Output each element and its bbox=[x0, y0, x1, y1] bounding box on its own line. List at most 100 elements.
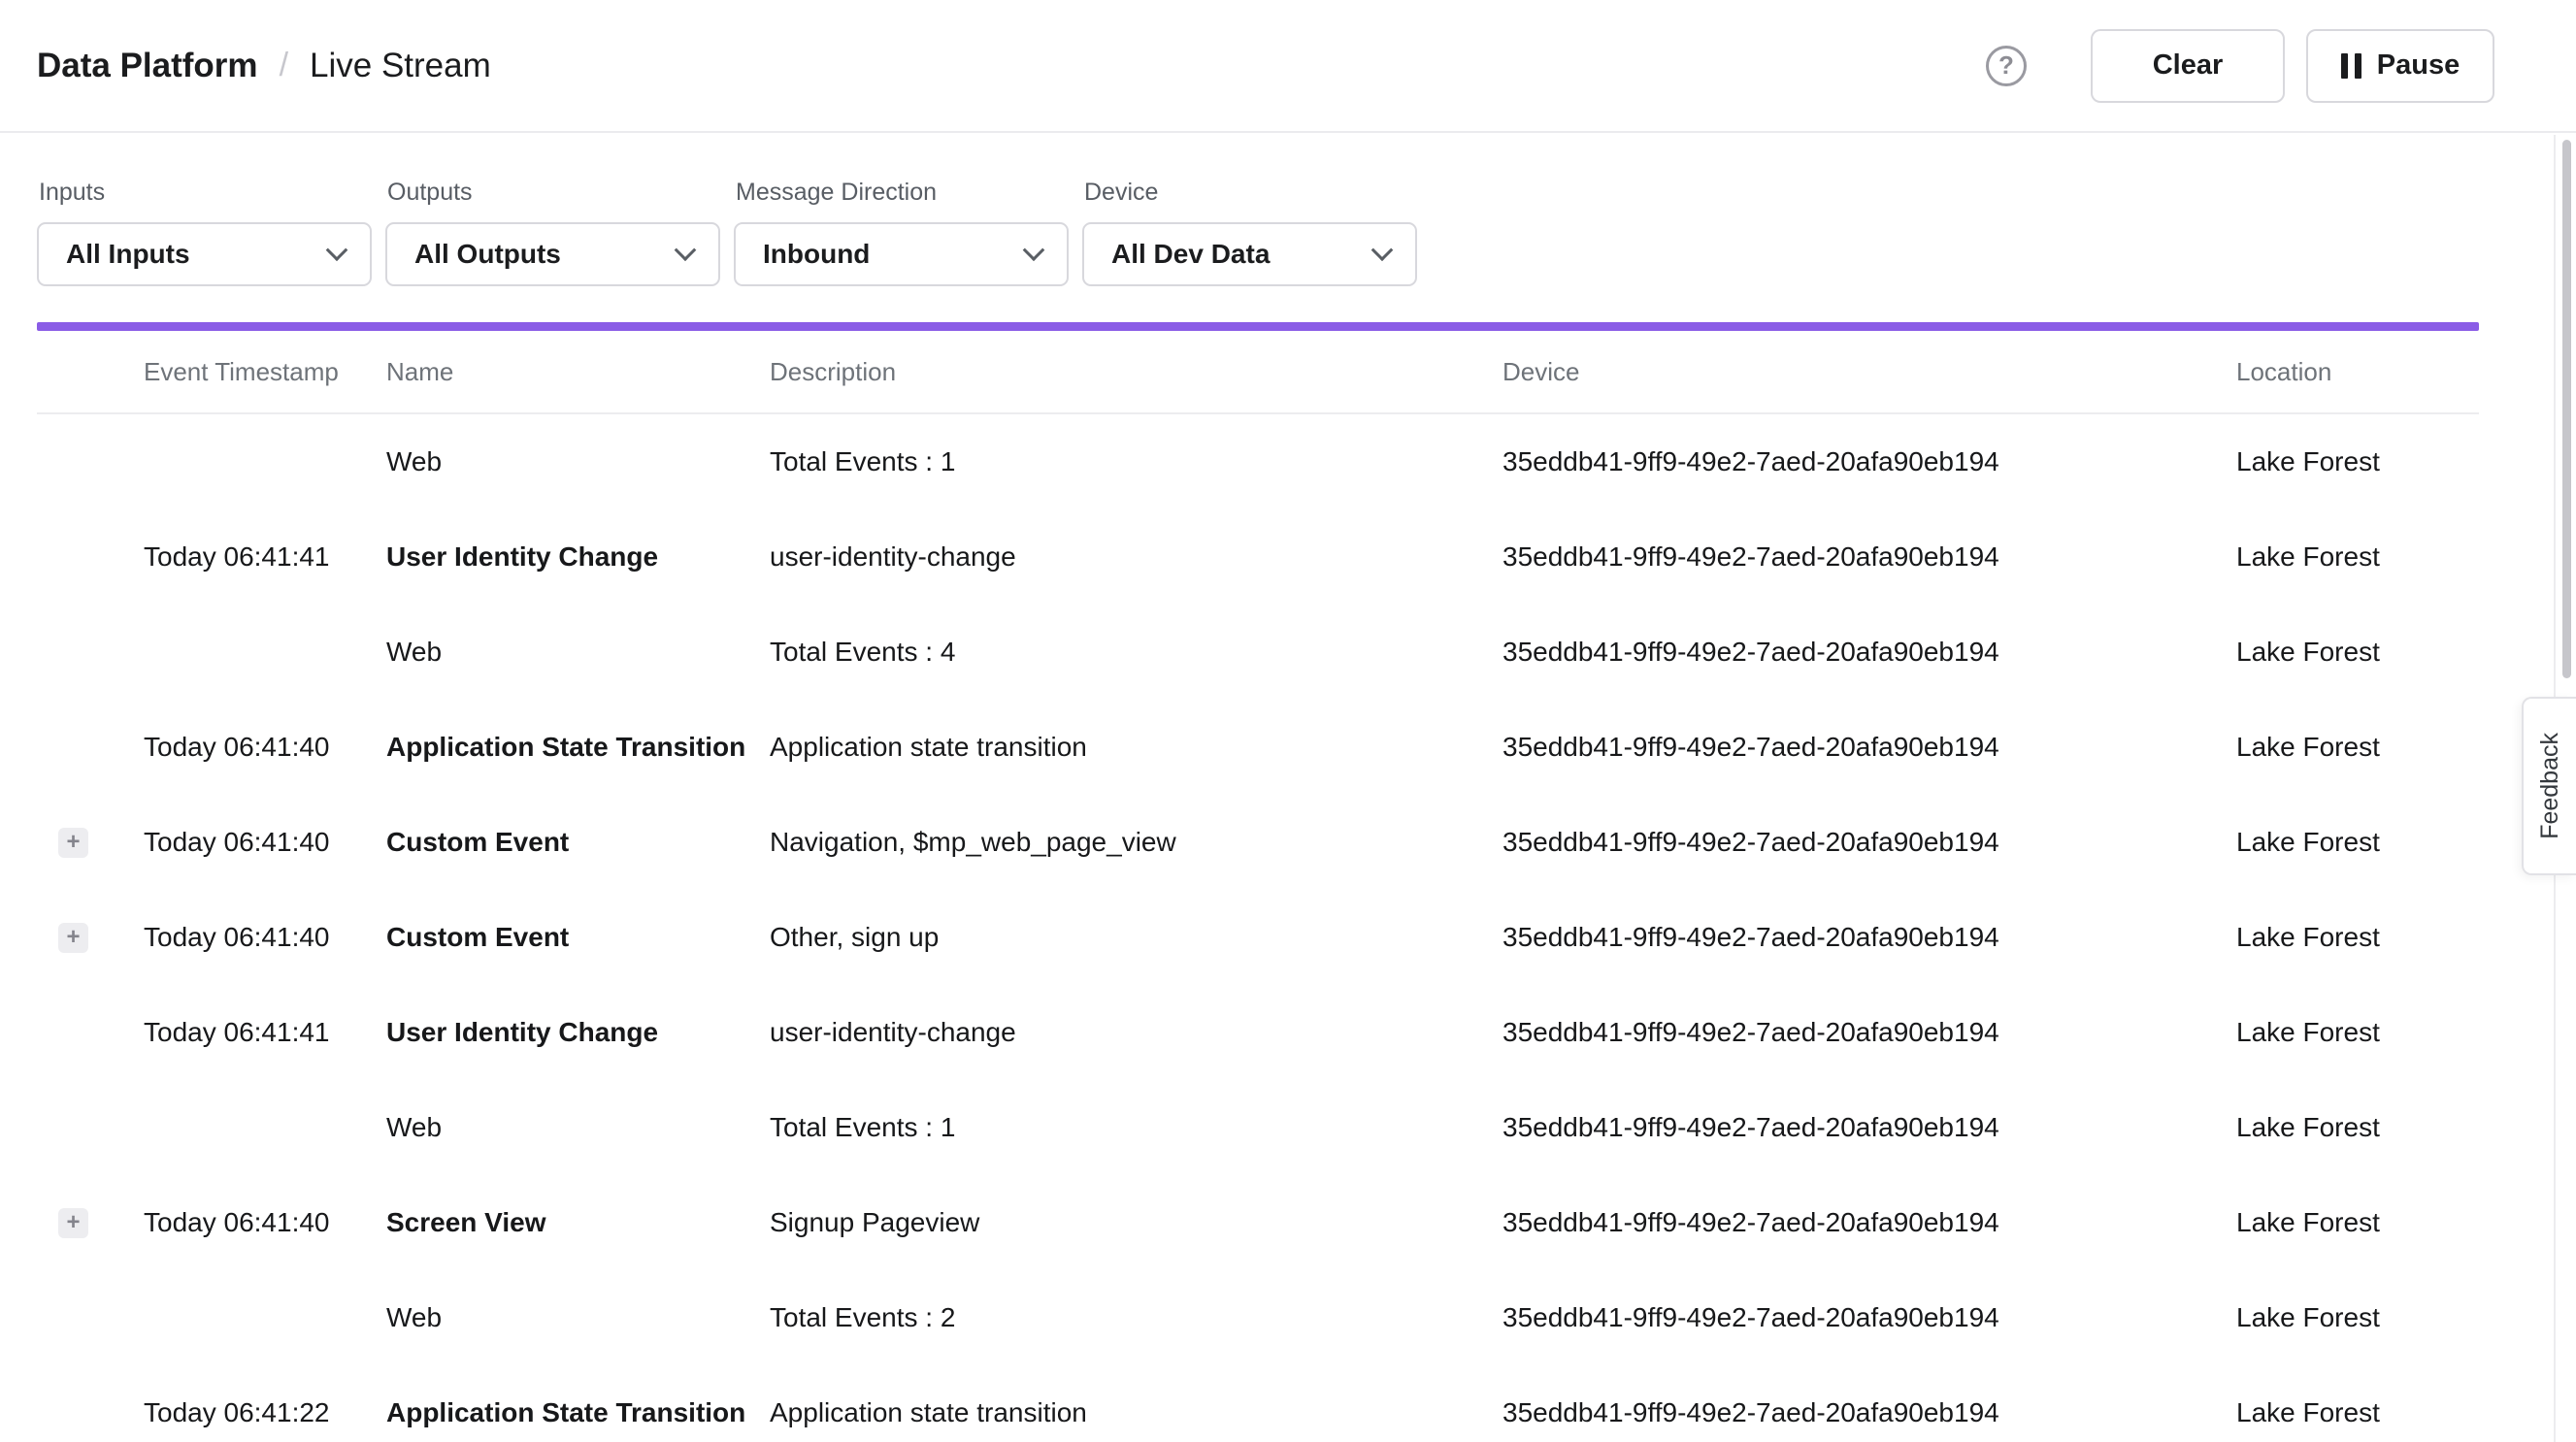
event-device: 35eddb41-9ff9-49e2-7aed-20afa90eb194 bbox=[1503, 1207, 2236, 1238]
event-name: Web bbox=[386, 637, 770, 668]
event-device: 35eddb41-9ff9-49e2-7aed-20afa90eb194 bbox=[1503, 1302, 2236, 1333]
event-location: Lake Forest bbox=[2236, 1302, 2479, 1333]
event-location: Lake Forest bbox=[2236, 922, 2479, 953]
event-name: Web bbox=[386, 446, 770, 477]
column-device: Device bbox=[1503, 357, 2236, 387]
chevron-down-icon bbox=[326, 239, 348, 261]
table-row[interactable]: + Today 06:41:40 Custom Event Other, sig… bbox=[37, 890, 2479, 985]
event-name: Web bbox=[386, 1302, 770, 1333]
event-device: 35eddb41-9ff9-49e2-7aed-20afa90eb194 bbox=[1503, 637, 2236, 668]
column-name: Name bbox=[386, 357, 770, 387]
outputs-select-value: All Outputs bbox=[414, 239, 561, 270]
event-description: Total Events : 2 bbox=[770, 1302, 1503, 1333]
table-row[interactable]: Today 06:41:41 User Identity Change user… bbox=[37, 509, 2479, 605]
event-description: Other, sign up bbox=[770, 922, 1503, 953]
table-row[interactable]: Today 06:41:40 Application State Transit… bbox=[37, 700, 2479, 795]
chevron-down-icon bbox=[1371, 239, 1394, 261]
event-name: User Identity Change bbox=[386, 1017, 770, 1048]
table-row[interactable]: Today 06:41:41 User Identity Change user… bbox=[37, 985, 2479, 1080]
event-location: Lake Forest bbox=[2236, 1207, 2479, 1238]
event-location: Lake Forest bbox=[2236, 732, 2479, 763]
event-device: 35eddb41-9ff9-49e2-7aed-20afa90eb194 bbox=[1503, 541, 2236, 573]
clear-button[interactable]: Clear bbox=[2091, 29, 2285, 103]
event-timestamp: Today 06:41:41 bbox=[144, 1017, 386, 1048]
device-select-value: All Dev Data bbox=[1111, 239, 1270, 270]
header-actions: ? Clear Pause bbox=[1986, 29, 2494, 103]
event-timestamp: Today 06:41:40 bbox=[144, 922, 386, 953]
inputs-select-value: All Inputs bbox=[66, 239, 190, 270]
help-icon[interactable]: ? bbox=[1986, 46, 2027, 86]
breadcrumb-separator: / bbox=[280, 47, 288, 84]
accent-bar bbox=[37, 322, 2479, 331]
main-content: Inputs All Inputs Outputs All Outputs Me… bbox=[37, 133, 2479, 1442]
event-name: Application State Transition bbox=[386, 1397, 770, 1428]
event-description: Application state transition bbox=[770, 732, 1503, 763]
event-timestamp: Today 06:41:40 bbox=[144, 827, 386, 858]
message-direction-select-value: Inbound bbox=[763, 239, 870, 270]
breadcrumb: Data Platform / Live Stream bbox=[37, 47, 491, 85]
event-device: 35eddb41-9ff9-49e2-7aed-20afa90eb194 bbox=[1503, 446, 2236, 477]
table-row[interactable]: Today 06:41:22 Application State Transit… bbox=[37, 1365, 2479, 1442]
event-name: Screen View bbox=[386, 1207, 770, 1238]
event-device: 35eddb41-9ff9-49e2-7aed-20afa90eb194 bbox=[1503, 827, 2236, 858]
event-description: user-identity-change bbox=[770, 1017, 1503, 1048]
event-timestamp: Today 06:41:22 bbox=[144, 1397, 386, 1428]
pause-button[interactable]: Pause bbox=[2306, 29, 2494, 103]
scrollbar-thumb[interactable] bbox=[2562, 140, 2571, 678]
column-location: Location bbox=[2236, 357, 2479, 387]
filter-message-direction: Message Direction Inbound bbox=[734, 178, 1069, 286]
inputs-select[interactable]: All Inputs bbox=[37, 222, 372, 286]
pause-button-label: Pause bbox=[2377, 49, 2460, 82]
filters-bar: Inputs All Inputs Outputs All Outputs Me… bbox=[37, 133, 2479, 286]
table-row[interactable]: Web Total Events : 2 35eddb41-9ff9-49e2-… bbox=[37, 1270, 2479, 1365]
chevron-down-icon bbox=[675, 239, 697, 261]
table-row[interactable]: + Today 06:41:40 Screen View Signup Page… bbox=[37, 1175, 2479, 1270]
table-header-row: Event Timestamp Name Description Device … bbox=[37, 331, 2479, 414]
event-timestamp: Today 06:41:41 bbox=[144, 541, 386, 573]
chevron-down-icon bbox=[1023, 239, 1045, 261]
expand-plus-icon[interactable]: + bbox=[58, 828, 88, 858]
event-timestamp: Today 06:41:40 bbox=[144, 1207, 386, 1238]
column-description: Description bbox=[770, 357, 1503, 387]
event-description: Total Events : 4 bbox=[770, 637, 1503, 668]
outputs-select[interactable]: All Outputs bbox=[385, 222, 720, 286]
event-device: 35eddb41-9ff9-49e2-7aed-20afa90eb194 bbox=[1503, 1397, 2236, 1428]
event-description: Navigation, $mp_web_page_view bbox=[770, 827, 1503, 858]
event-description: Application state transition bbox=[770, 1397, 1503, 1428]
inputs-filter-label: Inputs bbox=[39, 178, 372, 207]
breadcrumb-live-stream: Live Stream bbox=[310, 47, 491, 85]
event-description: Total Events : 1 bbox=[770, 446, 1503, 477]
table-row[interactable]: Web Total Events : 1 35eddb41-9ff9-49e2-… bbox=[37, 1080, 2479, 1175]
expand-plus-icon[interactable]: + bbox=[58, 1208, 88, 1238]
breadcrumb-data-platform[interactable]: Data Platform bbox=[37, 47, 258, 85]
table-row[interactable]: + Today 06:41:40 Custom Event Navigation… bbox=[37, 795, 2479, 890]
filter-device: Device All Dev Data bbox=[1082, 178, 1417, 286]
event-name: Custom Event bbox=[386, 922, 770, 953]
event-location: Lake Forest bbox=[2236, 827, 2479, 858]
event-location: Lake Forest bbox=[2236, 1397, 2479, 1428]
device-select[interactable]: All Dev Data bbox=[1082, 222, 1417, 286]
message-direction-select[interactable]: Inbound bbox=[734, 222, 1069, 286]
event-description: Signup Pageview bbox=[770, 1207, 1503, 1238]
event-description: user-identity-change bbox=[770, 541, 1503, 573]
event-device: 35eddb41-9ff9-49e2-7aed-20afa90eb194 bbox=[1503, 1112, 2236, 1143]
event-name: Application State Transition bbox=[386, 732, 770, 763]
event-device: 35eddb41-9ff9-49e2-7aed-20afa90eb194 bbox=[1503, 922, 2236, 953]
column-event-timestamp: Event Timestamp bbox=[144, 357, 386, 387]
table-body: Web Total Events : 1 35eddb41-9ff9-49e2-… bbox=[37, 414, 2479, 1442]
table-row[interactable]: Web Total Events : 4 35eddb41-9ff9-49e2-… bbox=[37, 605, 2479, 700]
event-device: 35eddb41-9ff9-49e2-7aed-20afa90eb194 bbox=[1503, 1017, 2236, 1048]
event-device: 35eddb41-9ff9-49e2-7aed-20afa90eb194 bbox=[1503, 732, 2236, 763]
event-location: Lake Forest bbox=[2236, 541, 2479, 573]
event-location: Lake Forest bbox=[2236, 1017, 2479, 1048]
feedback-tab[interactable]: Feedback bbox=[2522, 697, 2576, 875]
event-name: User Identity Change bbox=[386, 541, 770, 573]
expand-plus-icon[interactable]: + bbox=[58, 923, 88, 953]
pause-icon bbox=[2341, 53, 2361, 79]
event-name: Web bbox=[386, 1112, 770, 1143]
table-row[interactable]: Web Total Events : 1 35eddb41-9ff9-49e2-… bbox=[37, 414, 2479, 509]
feedback-tab-label: Feedback bbox=[2536, 733, 2564, 839]
filter-outputs: Outputs All Outputs bbox=[385, 178, 720, 286]
filter-inputs: Inputs All Inputs bbox=[37, 178, 372, 286]
event-name: Custom Event bbox=[386, 827, 770, 858]
